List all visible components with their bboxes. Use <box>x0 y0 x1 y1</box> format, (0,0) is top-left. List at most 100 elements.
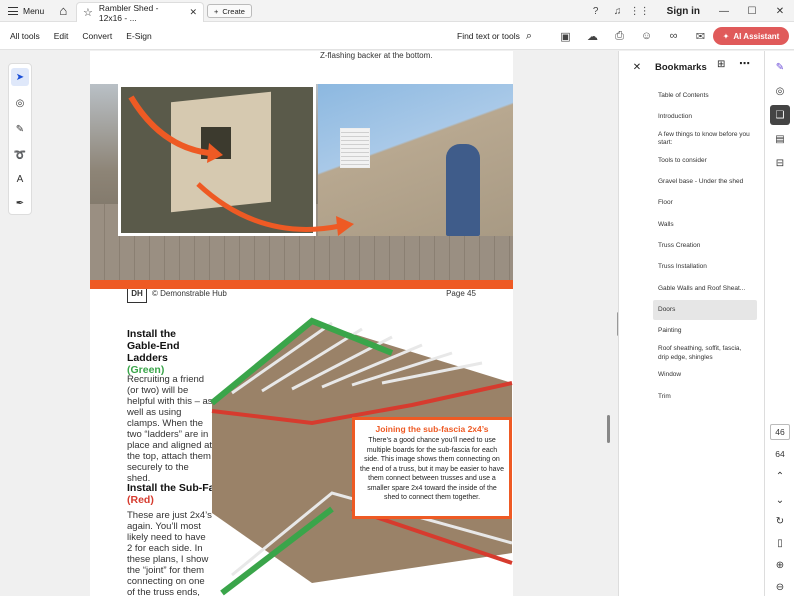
save-icon[interactable]: ▣ <box>552 30 579 43</box>
ai-assistant-button[interactable]: ✦ AI Assistant <box>713 27 789 45</box>
gable-vent <box>340 128 370 168</box>
document-page: Z-flashing backer at the bottom. DH © De… <box>90 51 513 596</box>
email-icon[interactable]: ✉ <box>687 30 714 43</box>
chevron-up-icon[interactable]: ⌃ <box>770 466 790 486</box>
add-bookmark-icon[interactable]: ⊞ <box>717 59 725 70</box>
total-pages: 64 <box>775 449 785 459</box>
bookmark-item[interactable]: Truss Creation <box>653 237 757 257</box>
share-user-icon[interactable]: ☺ <box>633 30 660 42</box>
section-gable-body: Recruiting a friend (or two) will be hel… <box>127 374 213 484</box>
chevron-down-icon[interactable]: ⌄ <box>770 490 790 510</box>
quick-tools-panel: ➤ ◎ ✎ ➰ A ✒ <box>8 63 32 215</box>
link-icon[interactable]: ∞ <box>660 30 687 42</box>
toolbar-esign[interactable]: E-Sign <box>119 31 159 41</box>
layers-icon[interactable]: ⊟ <box>770 153 790 173</box>
shed-photo-collage: DH © Demonstrable Hub Page 45 <box>90 84 513 306</box>
text-box-icon[interactable]: A <box>11 170 29 188</box>
bookmark-item[interactable]: Tools to consider <box>653 151 757 171</box>
pages-icon[interactable]: ▤ <box>770 129 790 149</box>
maximize-icon[interactable]: ☐ <box>738 6 766 17</box>
document-gutter <box>513 51 614 596</box>
find-label: Find text or tools <box>457 31 520 41</box>
bookmark-item[interactable]: Introduction <box>653 107 757 127</box>
toolbar-icon-group: ▣ ☁ ⎙ ☺ ∞ ✉ <box>552 22 714 50</box>
toolbar-convert[interactable]: Convert <box>75 31 119 41</box>
toolbar-edit[interactable]: Edit <box>47 31 76 41</box>
minimize-icon[interactable]: — <box>710 6 738 17</box>
help-icon[interactable]: ? <box>585 6 607 17</box>
logo-text: © Demonstrable Hub <box>152 288 227 298</box>
ai-assistant-label: AI Assistant <box>733 31 780 41</box>
bookmark-item[interactable]: A few things to know before you start: <box>653 129 757 150</box>
document-tab[interactable]: ☆ Rambler Shed - 12x16 - ... ✕ <box>76 2 204 23</box>
rotate-icon[interactable]: ↻ <box>770 511 790 531</box>
bookmark-item[interactable]: Walls <box>653 215 757 235</box>
close-tab-icon[interactable]: ✕ <box>189 7 197 18</box>
find-text-tools[interactable]: Find text or tools ⌕ <box>457 22 532 50</box>
tab-title: Rambler Shed - 12x16 - ... <box>98 2 159 23</box>
create-label: Create <box>222 6 245 16</box>
worker-figure <box>446 144 480 236</box>
bookmark-item[interactable]: Truss Installation <box>653 258 757 278</box>
more-options-icon[interactable]: ⋯ <box>739 57 750 70</box>
toolbar-all-tools[interactable]: All tools <box>0 31 47 41</box>
bookmarks-panel: ✕ Bookmarks ⊞ ⋯ Table of Contents Introdu… <box>618 51 764 596</box>
create-button[interactable]: + Create <box>207 4 252 18</box>
section-gable-title: Install the Gable-End Ladders (Green) <box>127 328 187 376</box>
search-icon: ⌕ <box>525 29 533 42</box>
bookmark-item[interactable]: Window <box>653 366 757 386</box>
close-panel-icon[interactable]: ✕ <box>619 62 655 73</box>
menu-button[interactable]: Menu <box>0 0 52 22</box>
close-window-icon[interactable]: ✕ <box>766 6 794 17</box>
menu-label: Menu <box>23 5 45 16</box>
title-right-controls: ? ♫ ⋮⋮ Sign in — ☐ ✕ <box>585 0 794 22</box>
bookmark-item[interactable]: Gravel base - Under the shed <box>653 173 757 193</box>
apps-grid-icon[interactable]: ⋮⋮ <box>629 6 651 17</box>
plus-icon: + <box>214 6 219 16</box>
document-scrollbar[interactable] <box>607 415 610 443</box>
page-divider-bar <box>90 280 513 289</box>
bookmark-item[interactable]: Doors <box>653 300 757 320</box>
bookmark-item[interactable]: Gable Walls and Roof Sheat... <box>653 279 757 299</box>
bookmark-item[interactable]: Table of Contents <box>653 86 757 106</box>
section-gable-heading: Install the Gable-End Ladders <box>127 328 180 364</box>
bookmark-item[interactable]: Floor <box>653 194 757 214</box>
current-page-field[interactable]: 46 <box>770 424 790 440</box>
bookmarks-title: Bookmarks <box>655 61 707 73</box>
bell-icon[interactable]: ♫ <box>607 6 629 17</box>
callout-title: Joining the sub-fascia 2x4’s <box>375 424 489 434</box>
comment-icon[interactable]: ◎ <box>11 94 29 112</box>
bookmarks-list: Table of Contents Introduction A few thing… <box>653 86 757 408</box>
home-icon[interactable]: ⌂ <box>52 0 74 22</box>
sign-in-button[interactable]: Sign in <box>651 6 710 17</box>
zoom-out-icon[interactable]: ⊖ <box>770 577 790 596</box>
draw-lasso-icon[interactable]: ➰ <box>11 146 29 164</box>
bookmark-item[interactable]: Trim <box>653 387 757 407</box>
ai-edit-icon[interactable]: ✎ <box>770 57 790 77</box>
right-rail: ✎ ◎ ❑ ▤ ⊟ 46 64 ⌃ ⌄ ↻ ▯ ⊕ ⊖ <box>764 51 794 596</box>
zoom-in-icon[interactable]: ⊕ <box>770 555 790 575</box>
upload-cloud-icon[interactable]: ☁ <box>579 30 606 43</box>
section-subfascia-color: (Red) <box>127 494 154 506</box>
subfascia-callout: Joining the sub-fascia 2x4’s There’s a g… <box>352 417 512 519</box>
bookmarks-icon[interactable]: ❑ <box>770 105 790 125</box>
sign-pen-icon[interactable]: ✒ <box>11 194 29 212</box>
page-top-text: Z-flashing backer at the bottom. <box>320 51 433 60</box>
title-bar: Menu ⌂ ☆ Rambler Shed - 12x16 - ... ✕ + … <box>0 0 794 23</box>
star-icon[interactable]: ☆ <box>83 6 93 19</box>
curved-arrow-graphic <box>196 182 354 236</box>
bookmarks-header: ✕ Bookmarks ⊞ ⋯ <box>619 51 765 83</box>
callout-body: There’s a good chance you’ll need to use… <box>360 437 504 501</box>
bookmark-item[interactable]: Roof sheathing, soffit, fascia, drip edg… <box>653 343 757 364</box>
highlight-pen-icon[interactable]: ✎ <box>11 120 29 138</box>
left-tool-rail: ➤ ◎ ✎ ➰ A ✒ <box>0 51 90 596</box>
hamburger-icon <box>8 6 18 15</box>
section-subfascia-body: These are just 2x4’s again. You’ll most … <box>127 510 212 596</box>
main-toolbar: All tools Edit Convert E-Sign Find text … <box>0 22 794 50</box>
page-view-icon[interactable]: ▯ <box>770 533 790 553</box>
bookmark-item[interactable]: Painting <box>653 322 757 342</box>
select-cursor-icon[interactable]: ➤ <box>11 68 29 86</box>
print-icon[interactable]: ⎙ <box>606 30 633 43</box>
comments-icon[interactable]: ◎ <box>770 81 790 101</box>
sparkle-icon: ✦ <box>722 31 730 41</box>
